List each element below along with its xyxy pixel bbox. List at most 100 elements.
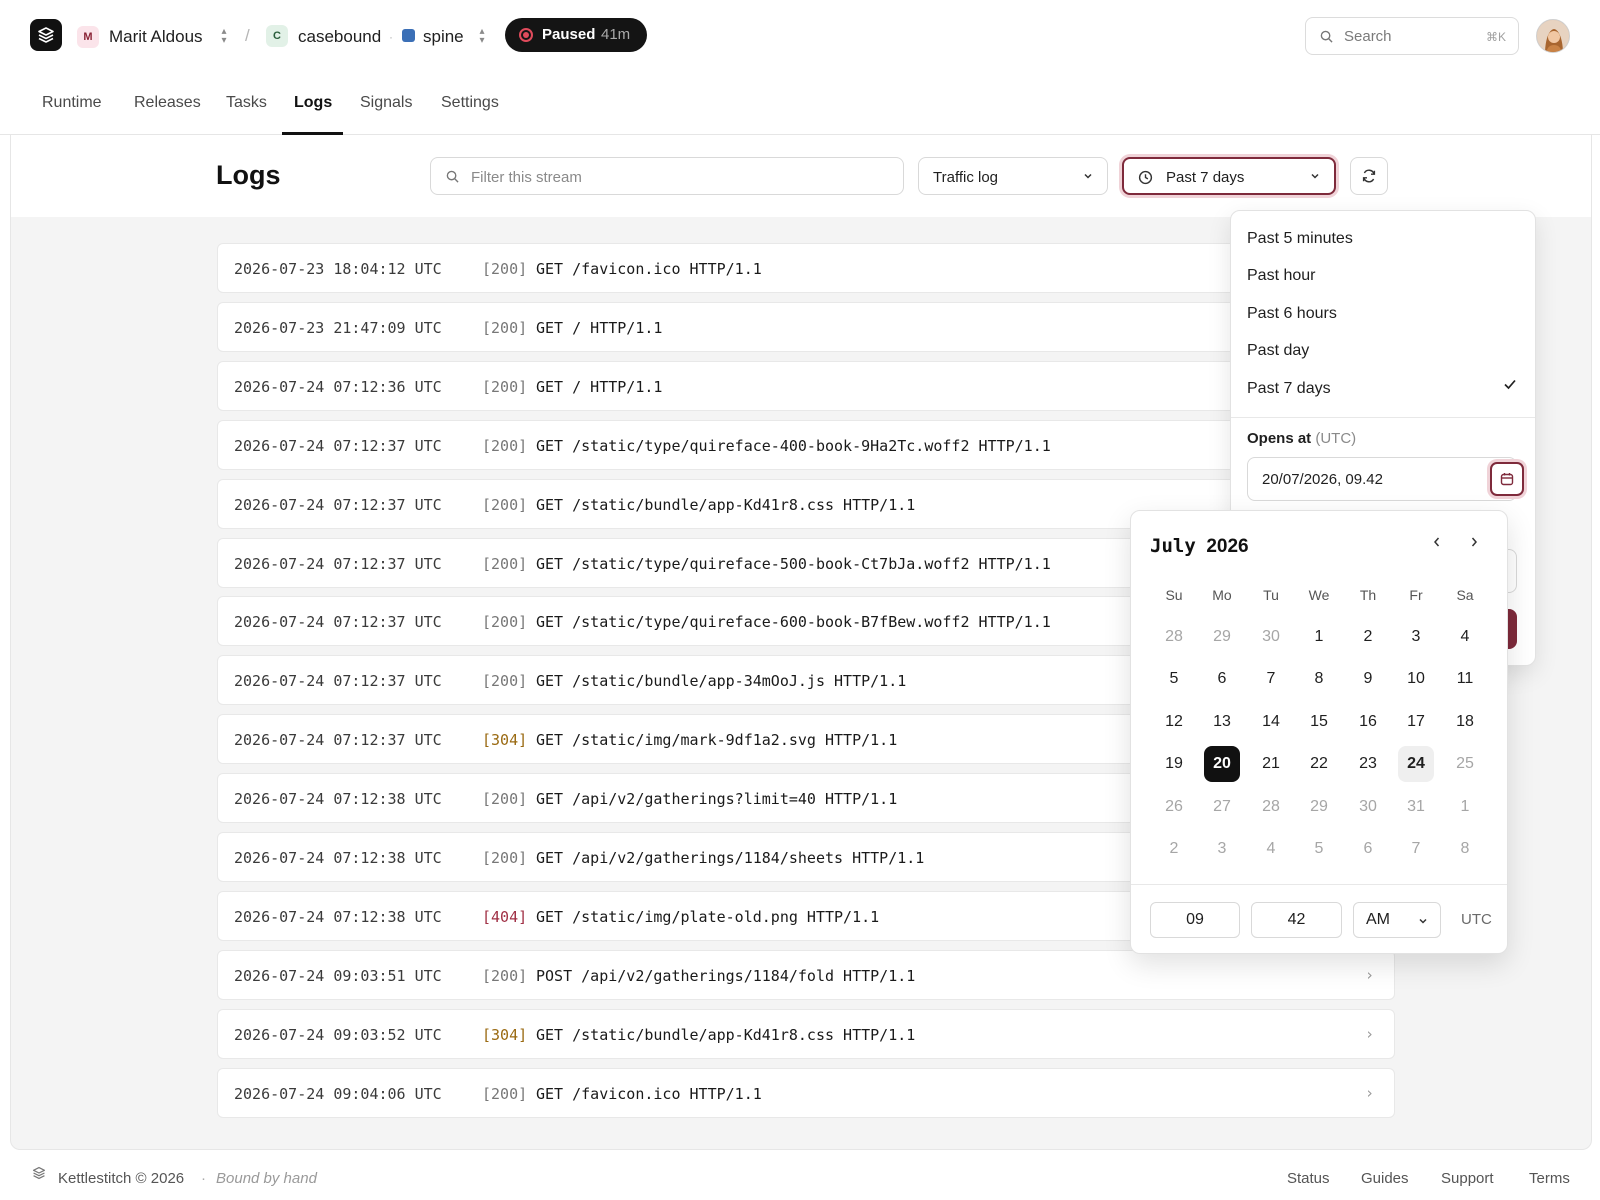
calendar-day[interactable]: 3 bbox=[1398, 619, 1434, 655]
calendar-day[interactable]: 25 bbox=[1447, 746, 1483, 782]
calendar-day[interactable]: 10 bbox=[1398, 661, 1434, 697]
stream-select[interactable]: Traffic log bbox=[918, 157, 1108, 195]
footer-brand: Kettlestitch © 2026 bbox=[58, 1170, 185, 1187]
range-option-7d[interactable]: Past 7 days bbox=[1247, 380, 1331, 398]
weekday-header: Su bbox=[1165, 587, 1183, 603]
calendar-day[interactable]: 2 bbox=[1350, 619, 1386, 655]
calendar-month-year: July 2026 bbox=[1150, 535, 1249, 558]
footer-link-support[interactable]: Support bbox=[1441, 1170, 1494, 1187]
calendar-day[interactable]: 28 bbox=[1156, 619, 1192, 655]
calendar-day[interactable]: 23 bbox=[1350, 746, 1386, 782]
calendar-day[interactable]: 29 bbox=[1204, 619, 1240, 655]
calendar-day[interactable]: 14 bbox=[1253, 704, 1289, 740]
calendar-day[interactable]: 26 bbox=[1156, 789, 1192, 825]
calendar-day[interactable]: 6 bbox=[1350, 831, 1386, 867]
user-avatar[interactable] bbox=[1536, 19, 1570, 53]
footer-link-status[interactable]: Status bbox=[1287, 1170, 1330, 1187]
calendar-day[interactable]: 20 bbox=[1204, 746, 1240, 782]
calendar-year: 2026 bbox=[1206, 536, 1249, 557]
tab-signals[interactable]: Signals bbox=[360, 94, 412, 112]
calendar-day[interactable]: 11 bbox=[1447, 661, 1483, 697]
workspace-switcher-icon[interactable]: ▴ ▾ bbox=[218, 27, 230, 46]
log-row[interactable]: 2026-07-24 09:04:06 UTC [200] GET /favicon… bbox=[217, 1067, 1395, 1118]
calendar-day[interactable]: 7 bbox=[1253, 661, 1289, 697]
range-option-6h[interactable]: Past 6 hours bbox=[1247, 305, 1337, 323]
range-option-1d[interactable]: Past day bbox=[1247, 342, 1309, 360]
app-logo-icon[interactable] bbox=[30, 19, 62, 51]
workspace-name[interactable]: Marit Aldous bbox=[109, 26, 203, 48]
log-timestamp: 2026-07-23 18:04:12 UTC bbox=[234, 260, 442, 278]
service-switcher-icon[interactable]: ▴ ▾ bbox=[476, 27, 488, 46]
stream-filter-input[interactable]: Filter this stream bbox=[430, 157, 904, 195]
calendar-day[interactable]: 5 bbox=[1301, 831, 1337, 867]
minute-input[interactable]: 42 bbox=[1251, 902, 1342, 938]
log-row[interactable]: 2026-07-24 09:03:52 UTC [304] GET /static/… bbox=[217, 1008, 1395, 1059]
calendar-day[interactable]: 22 bbox=[1301, 746, 1337, 782]
calendar-day[interactable]: 8 bbox=[1301, 661, 1337, 697]
footer-tagline: Bound by hand bbox=[216, 1170, 317, 1187]
calendar-day[interactable]: 4 bbox=[1253, 831, 1289, 867]
calendar-day[interactable]: 21 bbox=[1253, 746, 1289, 782]
calendar-day[interactable]: 16 bbox=[1350, 704, 1386, 740]
calendar-day[interactable]: 13 bbox=[1204, 704, 1240, 740]
tab-settings[interactable]: Settings bbox=[441, 94, 499, 112]
log-row[interactable]: 2026-07-23 21:47:09 UTC [200] GET / HTTP/1… bbox=[217, 301, 1395, 352]
global-search[interactable]: Search ⌘K bbox=[1305, 17, 1519, 55]
calendar-day[interactable]: 30 bbox=[1253, 619, 1289, 655]
calendar-day[interactable]: 2 bbox=[1156, 831, 1192, 867]
calendar-day[interactable]: 5 bbox=[1156, 661, 1192, 697]
refresh-button[interactable] bbox=[1350, 157, 1388, 195]
range-option-5m[interactable]: Past 5 minutes bbox=[1247, 230, 1353, 248]
log-row[interactable]: 2026-07-24 09:03:51 UTC [200] POST /api/v2… bbox=[217, 949, 1395, 1000]
tab-runtime[interactable]: Runtime bbox=[42, 94, 102, 112]
project-name[interactable]: casebound bbox=[298, 26, 381, 48]
next-month-button[interactable] bbox=[1464, 535, 1484, 553]
footer-logo-icon bbox=[32, 1166, 46, 1180]
tab-releases[interactable]: Releases bbox=[134, 94, 201, 112]
log-row[interactable]: 2026-07-24 07:12:37 UTC [200] GET /static/… bbox=[217, 419, 1395, 470]
calendar-day[interactable]: 4 bbox=[1447, 619, 1483, 655]
timezone-label: UTC bbox=[1461, 911, 1492, 928]
calendar-day[interactable]: 12 bbox=[1156, 704, 1192, 740]
calendar-day[interactable]: 8 bbox=[1447, 831, 1483, 867]
opens-at-timezone: (UTC) bbox=[1315, 430, 1357, 447]
opens-at-input[interactable]: 20/07/2026, 09.42 bbox=[1247, 457, 1524, 501]
service-name[interactable]: spine bbox=[423, 26, 464, 48]
calendar-day[interactable]: 31 bbox=[1398, 789, 1434, 825]
hour-input[interactable]: 09 bbox=[1150, 902, 1240, 938]
log-row[interactable]: 2026-07-24 07:12:36 UTC [200] GET / HTTP/1… bbox=[217, 360, 1395, 411]
logs-header: Logs Filter this stream Traffic log Past… bbox=[11, 135, 1591, 217]
footer-link-guides[interactable]: Guides bbox=[1361, 1170, 1409, 1187]
log-status: [200] bbox=[482, 966, 528, 985]
calendar-day[interactable]: 19 bbox=[1156, 746, 1192, 782]
page-title: Logs bbox=[216, 160, 281, 190]
log-request: GET /favicon.ico HTTP/1.1 bbox=[536, 1084, 762, 1103]
tab-tasks[interactable]: Tasks bbox=[226, 94, 267, 112]
footer-link-terms[interactable]: Terms bbox=[1529, 1170, 1570, 1187]
calendar-day[interactable]: 1 bbox=[1301, 619, 1337, 655]
calendar-day[interactable]: 18 bbox=[1447, 704, 1483, 740]
time-range-select[interactable]: Past 7 days bbox=[1122, 157, 1336, 195]
weekday-header: Th bbox=[1359, 587, 1377, 603]
meridiem-select[interactable]: AM bbox=[1353, 902, 1441, 938]
calendar-day[interactable]: 9 bbox=[1350, 661, 1386, 697]
calendar-day[interactable]: 27 bbox=[1204, 789, 1240, 825]
weekday-header: Mo bbox=[1212, 587, 1232, 603]
calendar-day[interactable]: 17 bbox=[1398, 704, 1434, 740]
log-row[interactable]: 2026-07-23 18:04:12 UTC [200] GET /favicon… bbox=[217, 243, 1395, 293]
status-pill[interactable]: Paused 41m bbox=[505, 18, 647, 52]
calendar-day[interactable]: 30 bbox=[1350, 789, 1386, 825]
prev-month-button[interactable] bbox=[1427, 535, 1447, 553]
calendar-day[interactable]: 28 bbox=[1253, 789, 1289, 825]
tab-logs[interactable]: Logs bbox=[294, 94, 332, 112]
calendar-toggle-button[interactable] bbox=[1490, 462, 1524, 496]
calendar-day[interactable]: 29 bbox=[1301, 789, 1337, 825]
chevron-down-icon bbox=[1419, 918, 1427, 924]
calendar-day[interactable]: 3 bbox=[1204, 831, 1240, 867]
range-option-1h[interactable]: Past hour bbox=[1247, 267, 1315, 285]
calendar-day[interactable]: 15 bbox=[1301, 704, 1337, 740]
calendar-day[interactable]: 1 bbox=[1447, 789, 1483, 825]
calendar-day[interactable]: 6 bbox=[1204, 661, 1240, 697]
calendar-day[interactable]: 24 bbox=[1398, 746, 1434, 782]
calendar-day[interactable]: 7 bbox=[1398, 831, 1434, 867]
